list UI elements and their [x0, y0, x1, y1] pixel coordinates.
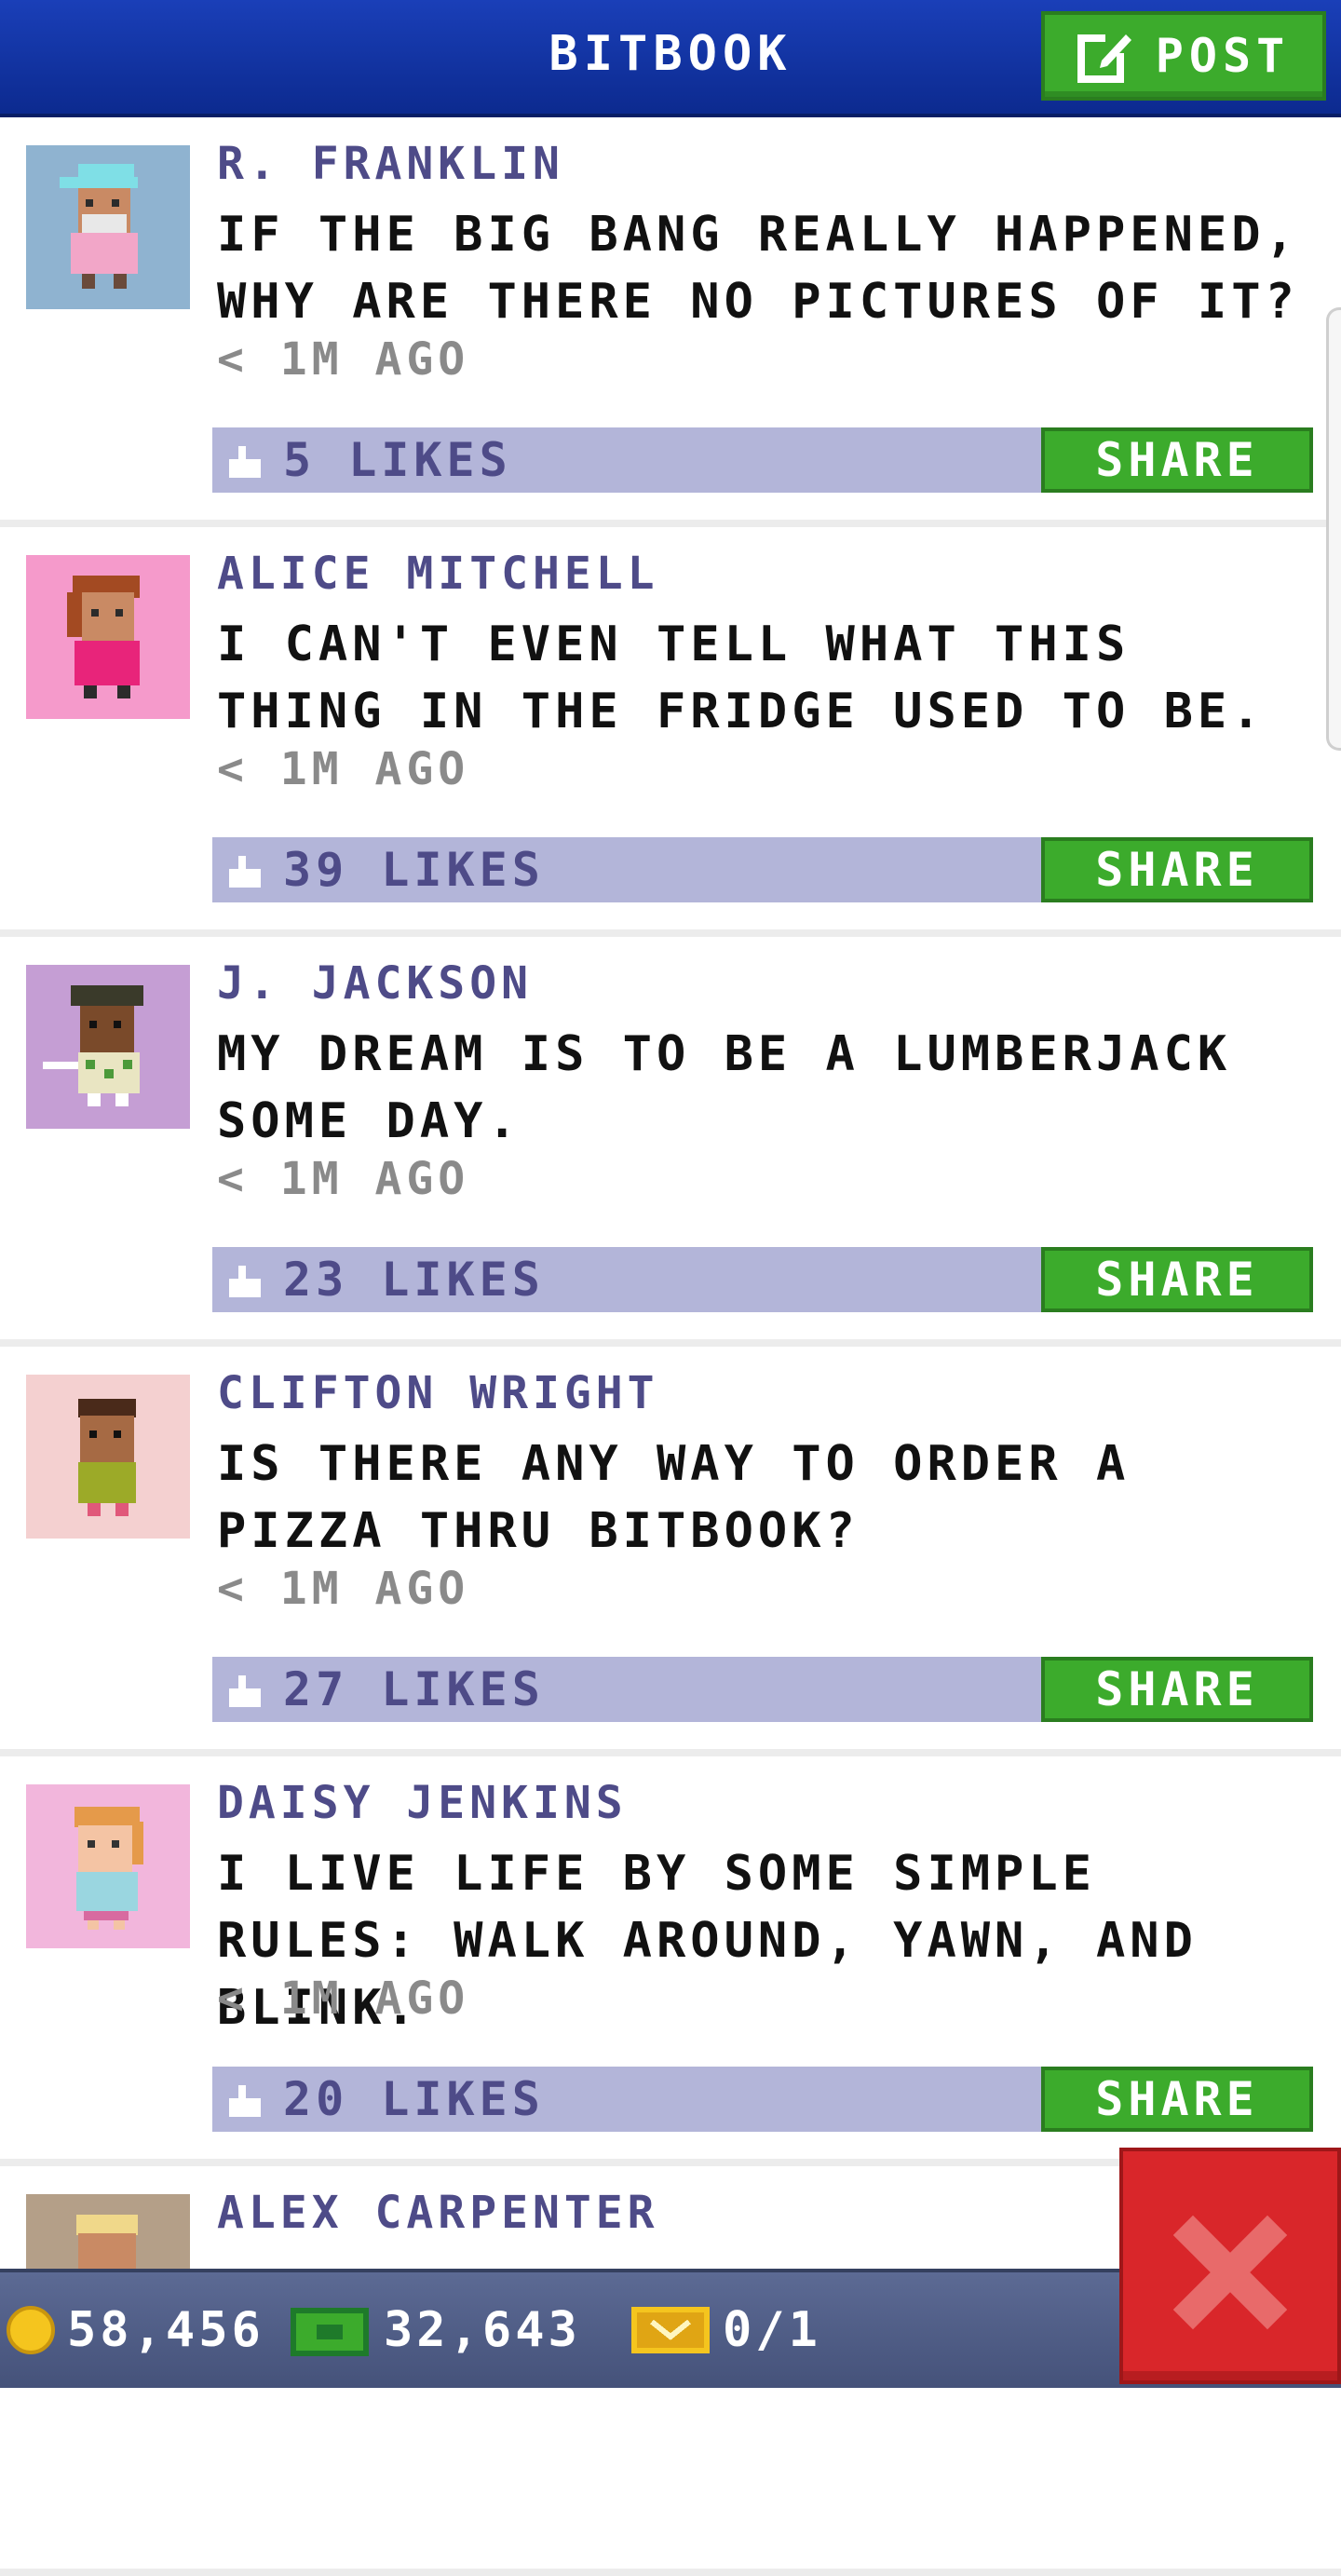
app-header: BITBOOK POST	[0, 0, 1341, 117]
avatar[interactable]	[26, 1375, 190, 1539]
author-name[interactable]: J. JACKSON	[217, 957, 533, 1010]
share-button[interactable]: SHARE	[1041, 837, 1313, 902]
avatar[interactable]	[26, 1784, 190, 1948]
post-time: < 1M AGO	[217, 1153, 470, 1205]
post-time: < 1M AGO	[217, 1563, 470, 1615]
like-count: 39 LIKES	[283, 843, 545, 897]
like-bar[interactable]: 27 LIKES SHARE	[212, 1657, 1313, 1722]
compose-icon	[1077, 31, 1131, 83]
share-button[interactable]: SHARE	[1041, 2067, 1313, 2132]
post-button-label: POST	[1155, 29, 1291, 83]
coin-icon	[7, 2306, 55, 2354]
avatar[interactable]	[26, 145, 190, 309]
like-count: 27 LIKES	[283, 1662, 545, 1716]
share-button[interactable]: SHARE	[1041, 1657, 1313, 1722]
post-time: < 1M AGO	[217, 333, 470, 386]
author-name[interactable]: R. FRANKLIN	[217, 138, 564, 190]
vip-ticket-icon	[631, 2307, 710, 2353]
scrollbar[interactable]	[1326, 307, 1341, 751]
bux-icon	[291, 2308, 369, 2356]
tickets-display: 0/1	[630, 2272, 821, 2388]
feed-post: J. JACKSON MY DREAM IS TO BE A LUMBERJAC…	[0, 937, 1341, 1339]
avatar[interactable]	[26, 965, 190, 1129]
share-button[interactable]: SHARE	[1041, 1247, 1313, 1312]
post-message: MY DREAM IS TO BE A LUMBERJACK SOME DAY.	[217, 1026, 1232, 1149]
bux-display: 32,643	[287, 2272, 581, 2388]
close-button[interactable]	[1119, 2148, 1341, 2384]
share-button[interactable]: SHARE	[1041, 427, 1313, 493]
like-count: 20 LIKES	[283, 2072, 545, 2126]
author-name[interactable]: CLIFTON WRIGHT	[217, 1367, 659, 1419]
author-name[interactable]: ALEX CARPENTER	[217, 2187, 659, 2239]
post-button[interactable]: POST	[1041, 11, 1326, 101]
feed-post: ALICE MITCHELL I CAN'T EVEN TELL WHAT TH…	[0, 527, 1341, 929]
thumbs-up-icon	[229, 2085, 261, 2117]
post-message: IS THERE ANY WAY TO ORDER A PIZZA THRU B…	[217, 1436, 1131, 1559]
close-icon	[1172, 2215, 1288, 2330]
avatar[interactable]	[26, 555, 190, 719]
like-bar[interactable]: 5 LIKES SHARE	[212, 427, 1313, 493]
post-time: < 1M AGO	[217, 1973, 470, 2025]
feed-post: DAISY JENKINS I LIVE LIFE BY SOME SIMPLE…	[0, 1756, 1341, 2159]
post-message: I CAN'T EVEN TELL WHAT THIS THING IN THE…	[217, 617, 1266, 739]
post-message: IF THE BIG BANG REALLY HAPPENED, WHY ARE…	[217, 207, 1299, 330]
like-count: 5 LIKES	[283, 433, 512, 487]
feed-post: CLIFTON WRIGHT IS THERE ANY WAY TO ORDER…	[0, 1347, 1341, 1749]
coins-amount: 58,456	[67, 2302, 264, 2358]
tickets-amount: 0/1	[723, 2302, 821, 2358]
author-name[interactable]: DAISY JENKINS	[217, 1777, 628, 1829]
feed-post: R. FRANKLIN IF THE BIG BANG REALLY HAPPE…	[0, 117, 1341, 520]
author-name[interactable]: ALICE MITCHELL	[217, 548, 659, 600]
like-bar[interactable]: 20 LIKES SHARE	[212, 2067, 1313, 2132]
thumbs-up-icon	[229, 856, 261, 888]
bux-amount: 32,643	[384, 2302, 581, 2358]
like-bar[interactable]: 23 LIKES SHARE	[212, 1247, 1313, 1312]
like-bar[interactable]: 39 LIKES SHARE	[212, 837, 1313, 902]
post-time: < 1M AGO	[217, 743, 470, 795]
like-count: 23 LIKES	[283, 1253, 545, 1307]
coins-display: 58,456	[6, 2272, 264, 2388]
thumbs-up-icon	[229, 1266, 261, 1297]
thumbs-up-icon	[229, 446, 261, 478]
thumbs-up-icon	[229, 1675, 261, 1707]
